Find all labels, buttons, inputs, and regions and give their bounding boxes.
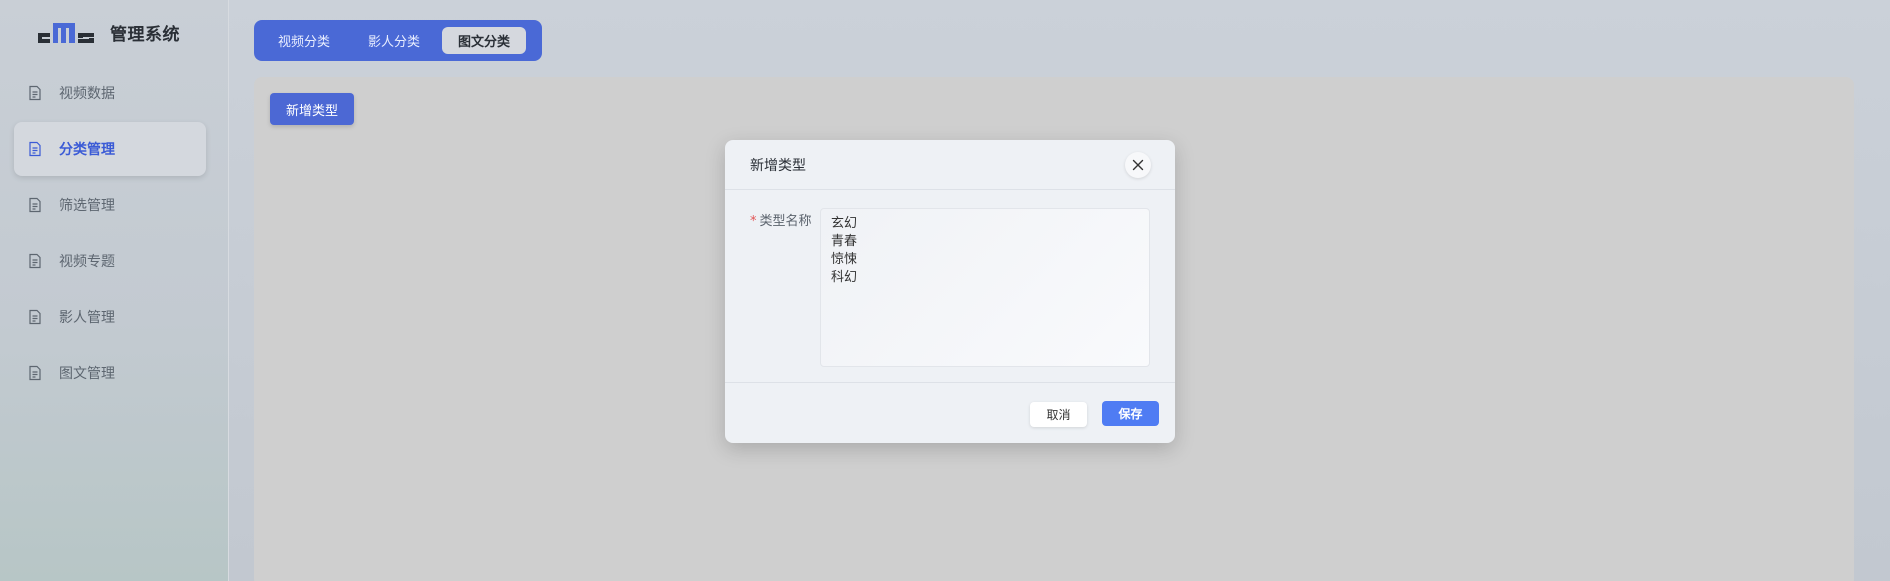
cancel-button[interactable]: 取消 bbox=[1030, 402, 1087, 427]
sidebar-item-label: 分类管理 bbox=[59, 142, 115, 158]
cms-logo-icon bbox=[38, 23, 94, 43]
type-name-textarea[interactable]: 玄幻 青春 惊悚 科幻 bbox=[820, 208, 1150, 367]
sidebar-item-label: 视频专题 bbox=[59, 254, 115, 270]
sidebar-item-article-management[interactable]: 图文管理 bbox=[14, 346, 206, 400]
type-name-label: * 类型名称 bbox=[750, 210, 820, 229]
required-mark: * bbox=[750, 214, 757, 229]
document-icon bbox=[27, 365, 43, 381]
sidebar-item-video-data[interactable]: 视频数据 bbox=[14, 66, 206, 120]
document-icon bbox=[27, 85, 43, 101]
sidebar-item-video-topics[interactable]: 视频专题 bbox=[14, 234, 206, 288]
sidebar-item-label: 图文管理 bbox=[59, 366, 115, 382]
sidebar-item-filter-management[interactable]: 筛选管理 bbox=[14, 178, 206, 232]
save-button[interactable]: 保存 bbox=[1102, 401, 1159, 426]
document-icon bbox=[27, 141, 43, 157]
add-type-button[interactable]: 新增类型 bbox=[270, 93, 355, 125]
tab-article-category[interactable]: 图文分类 bbox=[442, 27, 527, 54]
sidebar-item-category-management[interactable]: 分类管理 bbox=[14, 122, 206, 176]
dialog-title: 新增类型 bbox=[750, 157, 806, 174]
document-icon bbox=[27, 253, 43, 269]
sidebar-item-label: 影人管理 bbox=[59, 310, 115, 326]
app-title: 管理系统 bbox=[110, 24, 180, 45]
sidebar-item-label: 筛选管理 bbox=[59, 198, 115, 214]
tab-people-category[interactable]: 影人分类 bbox=[352, 27, 436, 54]
dialog-header: 新增类型 bbox=[725, 140, 1175, 190]
sidebar-item-people-management[interactable]: 影人管理 bbox=[14, 290, 206, 344]
type-name-label-text: 类型名称 bbox=[759, 214, 812, 229]
sidebar-item-label: 视频数据 bbox=[59, 86, 115, 102]
close-icon bbox=[1132, 159, 1144, 171]
close-button[interactable] bbox=[1125, 152, 1151, 178]
tab-video-category[interactable]: 视频分类 bbox=[262, 27, 346, 54]
add-type-dialog: 新增类型 * 类型名称 玄幻 青春 惊悚 科幻 取消 保存 bbox=[725, 140, 1175, 443]
app-logo: 管理系统 bbox=[36, 18, 180, 46]
document-icon bbox=[27, 309, 43, 325]
document-icon bbox=[27, 197, 43, 213]
category-tabs: 视频分类 影人分类 图文分类 bbox=[254, 20, 542, 61]
sidebar: 管理系统 视频数据 分类管理 筛选管理 视频专题 影人管理 图文管理 bbox=[0, 0, 229, 581]
dialog-footer: 取消 保存 bbox=[725, 382, 1175, 443]
